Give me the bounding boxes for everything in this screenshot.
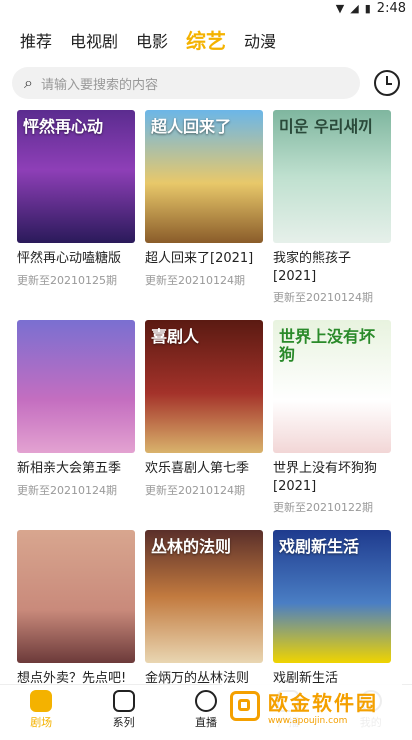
play-icon [194,690,217,712]
item-update: 更新至20210124期 [145,273,245,287]
item-update: 更新至20210122期 [273,501,373,515]
theater-icon [30,690,53,712]
item-update: 更新至20210124期 [145,483,245,497]
item-title[interactable]: 新相亲大会第五季 [17,460,135,478]
history-icon[interactable] [374,70,400,96]
signal-icon: ◢ [350,1,359,15]
item-title[interactable]: 超人回来了[2021] [145,250,263,268]
clock: 2:48 [376,0,406,16]
watermark-url: www.apoujin.com [268,715,348,726]
watermark-title: 欧金软件园 [268,690,378,715]
series-icon [112,690,135,712]
item-update: 更新至20210124期 [273,291,373,305]
poster-image[interactable] [17,530,135,663]
nav-series[interactable]: 系列 [112,690,135,730]
poster-title: 喜剧人 [151,327,200,346]
tab-recommend[interactable]: 推荐 [20,28,52,58]
poster-title: 怦然再心动 [23,117,104,136]
poster-title: 丛林的法则 [151,537,232,556]
poster-image[interactable]: 世界上没有坏狗 [273,320,391,453]
search-input[interactable]: ⌕ 请输入要搜索的内容 [12,67,360,99]
list-item[interactable]: 超人回来了 超人回来了[2021] 更新至20210124期 [145,110,263,320]
nav-label: 剧场 [30,716,53,729]
poster-title: 超人回来了 [151,117,232,136]
poster-image[interactable]: 戏剧新生活 [273,530,391,663]
poster-image[interactable]: 미운 우리새끼 [273,110,391,243]
list-item[interactable]: 怦然再心动 怦然再心动嗑糖版 更新至20210125期 [17,110,135,320]
list-item[interactable]: 미운 우리새끼 我家的熊孩子[2021] 更新至20210124期 [273,110,391,320]
list-item[interactable]: 世界上没有坏狗 世界上没有坏狗狗[2021] 更新至20210122期 [273,320,391,530]
list-item[interactable]: 新相亲大会第五季 更新至20210124期 [17,320,135,530]
nav-label: 系列 [112,716,135,729]
tab-movies[interactable]: 电影 [136,28,168,58]
poster-title: 미운 우리새끼 [279,117,373,136]
nav-live[interactable]: 直播 [194,690,217,730]
list-item[interactable]: 喜剧人 欢乐喜剧人第七季 更新至20210124期 [145,320,263,530]
item-update: 更新至20210125期 [17,273,117,287]
search-icon: ⌕ [24,73,33,92]
poster-title: 戏剧新生活 [279,537,360,556]
tab-anime[interactable]: 动漫 [244,28,276,58]
poster-image[interactable] [17,320,135,453]
search-placeholder: 请输入要搜索的内容 [40,77,158,93]
status-bar: ▼ ◢ ▮ 2:48 [0,0,412,16]
category-tabs: 推荐 电视剧 电影 综艺 动漫 [0,16,412,58]
poster-image[interactable]: 喜剧人 [145,320,263,453]
poster-image[interactable]: 丛林的法则 [145,530,263,663]
watermark-logo-icon [230,691,260,721]
tab-variety[interactable]: 综艺 [186,25,226,58]
search-row: ⌕ 请输入要搜索的内容 [0,58,412,108]
nav-label: 直播 [194,716,217,729]
content-grid: 怦然再心动 怦然再心动嗑糖版 更新至20210125期 超人回来了 超人回来了[… [17,110,397,740]
item-title[interactable]: 我家的熊孩子[2021] [273,250,391,285]
item-update: 更新至20210124期 [17,483,117,497]
watermark-text: 欧金软件园 www.apoujin.com [268,687,378,726]
battery-icon: ▮ [364,1,371,15]
item-title[interactable]: 世界上没有坏狗狗[2021] [273,460,391,495]
item-title[interactable]: 怦然再心动嗑糖版 [17,250,135,268]
tab-tv-series[interactable]: 电视剧 [70,28,118,58]
poster-image[interactable]: 怦然再心动 [17,110,135,243]
nav-theater[interactable]: 剧场 [30,690,53,730]
poster-image[interactable]: 超人回来了 [145,110,263,243]
item-title[interactable]: 欢乐喜剧人第七季 [145,460,263,478]
watermark-logo: 欧金软件园 www.apoujin.com [222,683,402,729]
wifi-icon: ▼ [335,1,345,15]
poster-title: 世界上没有坏狗 [279,327,376,364]
